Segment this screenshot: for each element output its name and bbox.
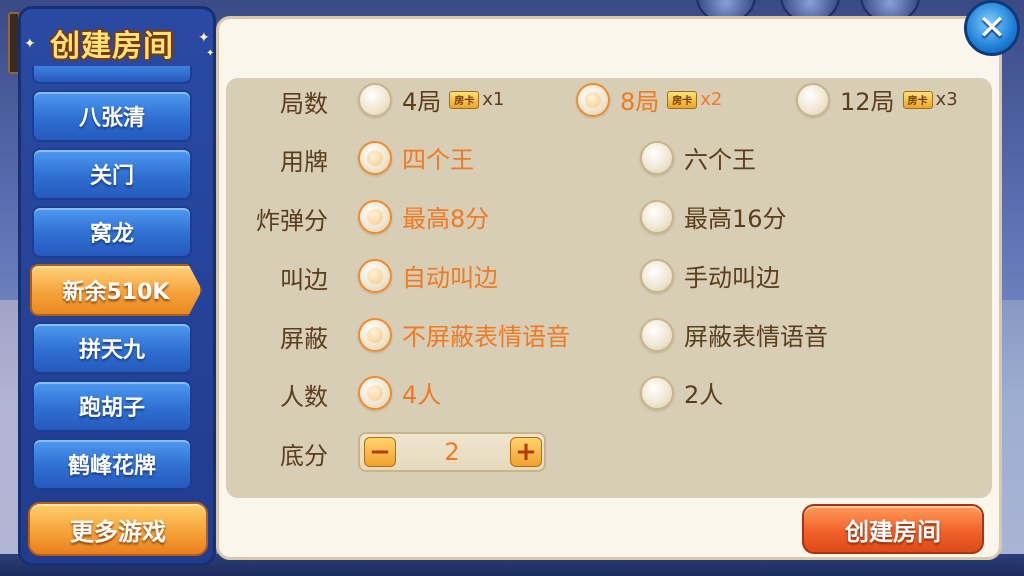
players-option-4[interactable]: 4人 — [358, 375, 441, 410]
option-text: 四个王 — [402, 146, 474, 174]
card-multiplier: x2 — [700, 89, 723, 110]
radio-button[interactable] — [640, 258, 674, 293]
bomb-option-max16[interactable]: 最高16分 — [640, 199, 787, 234]
sidebar-item-xinyu510k[interactable]: 新余510K — [30, 264, 202, 316]
option-text: 2人 — [684, 381, 724, 409]
radio-button-selected[interactable] — [358, 317, 392, 352]
create-room-button[interactable]: 创建房间 — [802, 504, 984, 554]
sidebar-item-hefenghuapai[interactable]: 鹤峰花牌 — [32, 438, 192, 490]
sidebar-item-wolong[interactable]: 窝龙 — [32, 206, 192, 258]
option-text: 六个王 — [684, 146, 756, 174]
base-score-label: 底分 — [280, 442, 328, 470]
bomb-label: 炸弹分 — [256, 207, 328, 235]
base-score-stepper: − 2 + — [358, 432, 546, 472]
option-text: 12局 — [840, 88, 895, 116]
sidebar-item-guanmen[interactable]: 关门 — [32, 148, 192, 200]
more-games-button[interactable]: 更多游戏 — [28, 502, 208, 556]
sidebar-item-paohuzi[interactable]: 跑胡子 — [32, 380, 192, 432]
option-text: 自动叫边 — [402, 264, 498, 292]
call-option-auto[interactable]: 自动叫边 — [358, 258, 498, 293]
room-card-icon: 房卡 — [902, 90, 933, 109]
plus-button[interactable]: + — [510, 437, 542, 467]
players-label: 人数 — [280, 383, 328, 411]
cards-option-six-jokers[interactable]: 六个王 — [640, 140, 756, 175]
call-label: 叫边 — [280, 266, 328, 294]
minus-button[interactable]: − — [364, 437, 396, 467]
sidebar-item-pintianjiu[interactable]: 拼天九 — [32, 322, 192, 374]
radio-button[interactable] — [640, 140, 674, 175]
sidebar-item-partial[interactable] — [32, 66, 192, 84]
radio-button-selected[interactable] — [358, 375, 392, 410]
radio-button[interactable] — [640, 199, 674, 234]
star-icon: ✦ — [206, 48, 215, 59]
call-option-manual[interactable]: 手动叫边 — [640, 258, 780, 293]
room-card-icon: 房卡 — [667, 90, 698, 109]
rounds-option-4[interactable]: 4局 房卡 x1 — [358, 82, 504, 117]
star-icon: ✦ — [24, 36, 36, 52]
option-text: 4人 — [402, 381, 442, 409]
sidebar-item-bazhangqing[interactable]: 八张清 — [32, 90, 192, 142]
block-option-off[interactable]: 不屏蔽表情语音 — [358, 317, 570, 352]
options-area — [226, 78, 992, 498]
option-text: 最高16分 — [684, 205, 787, 233]
option-text: 屏蔽表情语音 — [684, 323, 828, 351]
option-text: 手动叫边 — [684, 264, 780, 292]
radio-button[interactable] — [640, 375, 674, 410]
radio-button-selected[interactable] — [358, 140, 392, 175]
radio-button[interactable] — [640, 317, 674, 352]
block-label: 屏蔽 — [280, 325, 328, 353]
bomb-option-max8[interactable]: 最高8分 — [358, 199, 489, 234]
block-option-on[interactable]: 屏蔽表情语音 — [640, 317, 828, 352]
option-text: 不屏蔽表情语音 — [402, 323, 570, 351]
rounds-option-12[interactable]: 12局 房卡 x3 — [796, 82, 958, 117]
rounds-option-8[interactable]: 8局 房卡 x2 — [576, 82, 722, 117]
dialog-title: 创建房间 — [50, 29, 174, 64]
card-multiplier: x1 — [482, 89, 505, 110]
room-card-icon: 房卡 — [449, 90, 480, 109]
star-icon: ✦ — [198, 30, 210, 46]
close-icon[interactable]: ✕ — [964, 0, 1020, 56]
card-multiplier: x3 — [935, 89, 958, 110]
radio-button[interactable] — [358, 82, 392, 117]
radio-button-selected[interactable] — [358, 199, 392, 234]
cards-option-four-jokers[interactable]: 四个王 — [358, 140, 474, 175]
base-score-value: 2 — [444, 438, 460, 466]
radio-button[interactable] — [796, 82, 830, 117]
option-text: 最高8分 — [402, 205, 490, 233]
option-text: 4局 — [402, 88, 442, 116]
cards-label: 用牌 — [280, 148, 328, 176]
players-option-2[interactable]: 2人 — [640, 375, 723, 410]
radio-button-selected[interactable] — [358, 258, 392, 293]
radio-button-selected[interactable] — [576, 82, 610, 117]
option-text: 8局 — [620, 88, 660, 116]
rounds-label: 局数 — [280, 90, 328, 118]
